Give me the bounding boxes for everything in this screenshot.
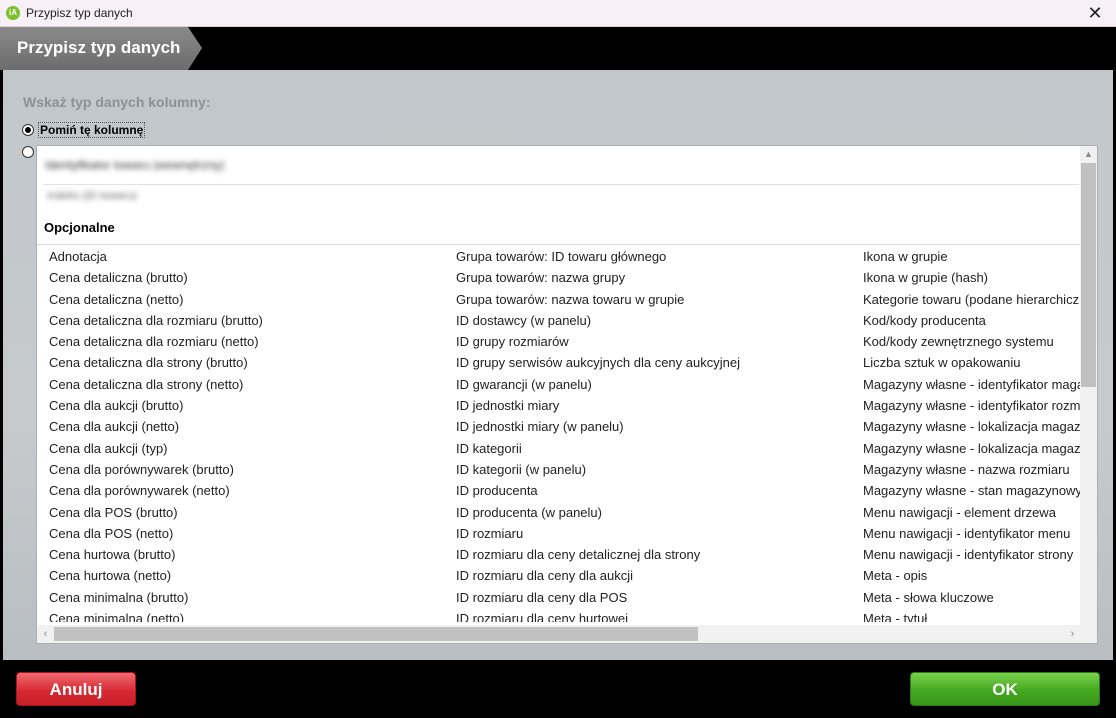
list-item[interactable]: ID kategorii (w panelu) [456,459,856,480]
list-item[interactable]: Cena hurtowa (netto) [49,565,444,586]
list-item[interactable]: Cena dla porównywarek (netto) [49,480,444,501]
list-item[interactable]: Menu nawigacji - element drzewa [863,502,1081,523]
list-item[interactable]: ID grupy rozmiarów [456,331,856,352]
list-item[interactable]: ID dostawcy (w panelu) [456,310,856,331]
list-item[interactable]: Cena minimalna (netto) [49,608,444,622]
list-item[interactable]: Meta - opis [863,565,1081,586]
data-type-list[interactable]: Identyfikator towaru (wewnętrzny) Indeks… [36,145,1098,644]
list-item[interactable]: ID rozmiaru dla ceny dla POS [456,587,856,608]
list-item[interactable]: Meta - słowa kluczowe [863,587,1081,608]
scroll-up-icon[interactable]: ▲ [1080,146,1097,163]
scrollbar-corner [1080,625,1097,643]
list-item[interactable]: ID kategorii [456,438,856,459]
list-item[interactable]: Cena detaliczna dla strony (netto) [49,374,444,395]
app-logo-icon: iA [6,6,20,20]
list-item[interactable]: Magazyny własne - identyfikator magazynu [863,374,1081,395]
list-item[interactable]: Cena dla aukcji (brutto) [49,395,444,416]
list-column-3: Ikona w grupie Ikona w grupie (hash) Kateg… [863,246,1081,622]
list-item[interactable]: Cena dla porównywarek (brutto) [49,459,444,480]
data-type-radio[interactable] [22,146,34,158]
list-item[interactable]: ID producenta (w panelu) [456,502,856,523]
list-item[interactable]: ID producenta [456,480,856,501]
horizontal-scroll-thumb[interactable] [54,627,698,641]
list-item[interactable]: ID rozmiaru [456,523,856,544]
list-item[interactable]: Cena dla aukcji (netto) [49,416,444,437]
blurred-option-primary[interactable]: Identyfikator towaru (wewnętrzny) [45,158,224,172]
list-item[interactable]: ID gwarancji (w panelu) [456,374,856,395]
list-item[interactable]: Cena dla POS (brutto) [49,502,444,523]
list-item[interactable]: Cena detaliczna dla strony (brutto) [49,352,444,373]
vertical-scrollbar[interactable]: ▲ [1080,146,1097,626]
list-item[interactable]: Cena dla aukcji (typ) [49,438,444,459]
list-item[interactable]: Kod/kody producenta [863,310,1081,331]
list-item[interactable]: Menu nawigacji - identyfikator strony [863,544,1081,565]
list-column-2: Grupa towarów: ID towaru głównego Grupa t… [456,246,856,622]
blurred-option-secondary: Indeks (ID towaru) [47,190,137,202]
list-item[interactable]: Grupa towarów: nazwa towaru w grupie [456,289,856,310]
list-item[interactable]: Meta - tytuł [863,608,1081,622]
list-item[interactable]: Cena detaliczna (netto) [49,289,444,310]
skip-column-label[interactable]: Pomiń tę kolumnę [38,122,146,138]
dialog-title: Przypisz typ danych [17,38,181,57]
divider [43,184,1079,185]
list-item[interactable]: Cena dla POS (netto) [49,523,444,544]
list-item[interactable]: Liczba sztuk w opakowaniu [863,352,1081,373]
list-item[interactable]: Grupa towarów: nazwa grupy [456,267,856,288]
list-item[interactable]: Magazyny własne - lokalizacja magazynowa… [863,438,1081,459]
list-item[interactable]: Grupa towarów: ID towaru głównego [456,246,856,267]
ok-button[interactable]: OK [910,672,1100,706]
window-title: Przypisz typ danych [26,6,133,20]
list-item[interactable]: Cena detaliczna dla rozmiaru (netto) [49,331,444,352]
list-item[interactable]: ID rozmiaru dla ceny detalicznej dla str… [456,544,856,565]
list-item[interactable]: ID rozmiaru dla ceny hurtowej [456,608,856,622]
list-item[interactable]: ID rozmiaru dla ceny dla aukcji [456,565,856,586]
list-item[interactable]: Cena detaliczna (brutto) [49,267,444,288]
scroll-right-icon[interactable]: › [1064,625,1081,643]
horizontal-scrollbar[interactable]: ‹ › [37,625,1081,643]
list-item[interactable]: Cena hurtowa (brutto) [49,544,444,565]
list-item[interactable]: Kategorie towaru (podane hierarchicznie) [863,289,1081,310]
list-item[interactable]: Menu nawigacji - identyfikator menu [863,523,1081,544]
list-item[interactable]: ID jednostki miary [456,395,856,416]
list-item[interactable]: Magazyny własne - lokalizacja magazynowa [863,416,1081,437]
vertical-scroll-thumb[interactable] [1081,163,1096,387]
list-item[interactable]: Cena detaliczna dla rozmiaru (brutto) [49,310,444,331]
section-title: Wskaż typ danych kolumny: [23,94,211,110]
divider [37,244,1081,245]
window-titlebar: iA Przypisz typ danych ✕ [0,0,1116,27]
list-item[interactable]: Adnotacja [49,246,444,267]
dialog-content: Wskaż typ danych kolumny: Pomiń tę kolum… [3,70,1113,660]
list-column-1: Adnotacja Cena detaliczna (brutto) Cena de… [49,246,444,622]
scroll-left-icon[interactable]: ‹ [37,625,54,643]
list-item[interactable]: Cena minimalna (brutto) [49,587,444,608]
list-item[interactable]: Kod/kody zewnętrznego systemu [863,331,1081,352]
close-icon[interactable]: ✕ [1074,0,1116,27]
list-item[interactable]: Magazyny własne - nazwa rozmiaru [863,459,1081,480]
list-item[interactable]: Ikona w grupie (hash) [863,267,1081,288]
cancel-button[interactable]: Anuluj [16,672,136,706]
dialog-header: Przypisz typ danych [0,27,1116,70]
skip-column-radio[interactable] [22,124,34,136]
list-item[interactable]: ID grupy serwisów aukcyjnych dla ceny au… [456,352,856,373]
list-item[interactable]: Magazyny własne - identyfikator rozmiaru [863,395,1081,416]
list-item[interactable]: Magazyny własne - stan magazynowy [863,480,1081,501]
list-item[interactable]: Ikona w grupie [863,246,1081,267]
list-item[interactable]: ID jednostki miary (w panelu) [456,416,856,437]
group-heading: Opcjonalne [44,220,115,235]
